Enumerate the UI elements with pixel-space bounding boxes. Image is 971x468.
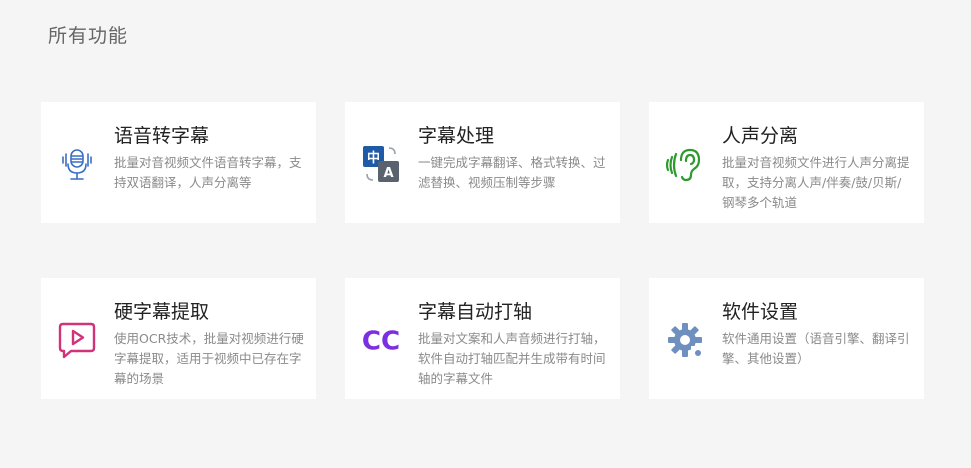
card-title: 硬字幕提取 (114, 301, 210, 323)
card-description: 软件通用设置（语音引擎、翻译引擎、其他设置） (722, 331, 910, 366)
card-description: 使用OCR技术，批量对视频进行硬字幕提取，适用于视频中已存在字幕的场景 (114, 331, 304, 386)
card-title: 字幕自动打轴 (418, 301, 533, 323)
card-description: 批量对音视频文件进行人声分离提取，支持分离人声/伴奏/鼓/贝斯/钢琴多个轨道 (722, 155, 910, 210)
page-title: 所有功能 (48, 25, 129, 47)
card-software-settings[interactable]: 软件设置 软件通用设置（语音引擎、翻译引擎、其他设置） (649, 278, 924, 399)
translate-icon: 中 A (361, 144, 401, 184)
card-description: 批量对音视频文件语音转字幕，支持双语翻译，人声分离等 (114, 155, 302, 190)
card-title: 语音转字幕 (114, 125, 210, 147)
card-title: 字幕处理 (418, 125, 495, 147)
cc-icon: CC (361, 320, 401, 360)
card-description: 批量对文案和人声音频进行打轴，软件自动打轴匹配并生成带有时间轴的字幕文件 (418, 331, 606, 386)
video-subtitle-icon (57, 320, 97, 360)
card-speech-to-subtitle[interactable]: 语音转字幕 批量对音视频文件语音转字幕，支持双语翻译，人声分离等 (41, 102, 316, 223)
card-vocal-separation[interactable]: 人声分离 批量对音视频文件进行人声分离提取，支持分离人声/伴奏/鼓/贝斯/钢琴多… (649, 102, 924, 223)
card-description: 一键完成字幕翻译、格式转换、过滤替换、视频压制等步骤 (418, 155, 606, 190)
translate-icon-a: A (383, 166, 393, 181)
card-title: 软件设置 (722, 301, 799, 323)
gear-icon (665, 320, 705, 360)
ear-icon (665, 144, 705, 184)
card-subtitle-processing[interactable]: 中 A 字幕处理 一键完成字幕翻译、格式转换、过滤替换、视频压制等步骤 (345, 102, 620, 223)
card-auto-subtitle-timing[interactable]: CC 字幕自动打轴 批量对文案和人声音频进行打轴，软件自动打轴匹配并生成带有时间… (345, 278, 620, 399)
card-hard-subtitle-extraction[interactable]: 硬字幕提取 使用OCR技术，批量对视频进行硬字幕提取，适用于视频中已存在字幕的场… (41, 278, 316, 399)
microphone-icon (57, 144, 97, 184)
card-title: 人声分离 (722, 125, 799, 147)
cc-icon-text: CC (362, 327, 400, 357)
